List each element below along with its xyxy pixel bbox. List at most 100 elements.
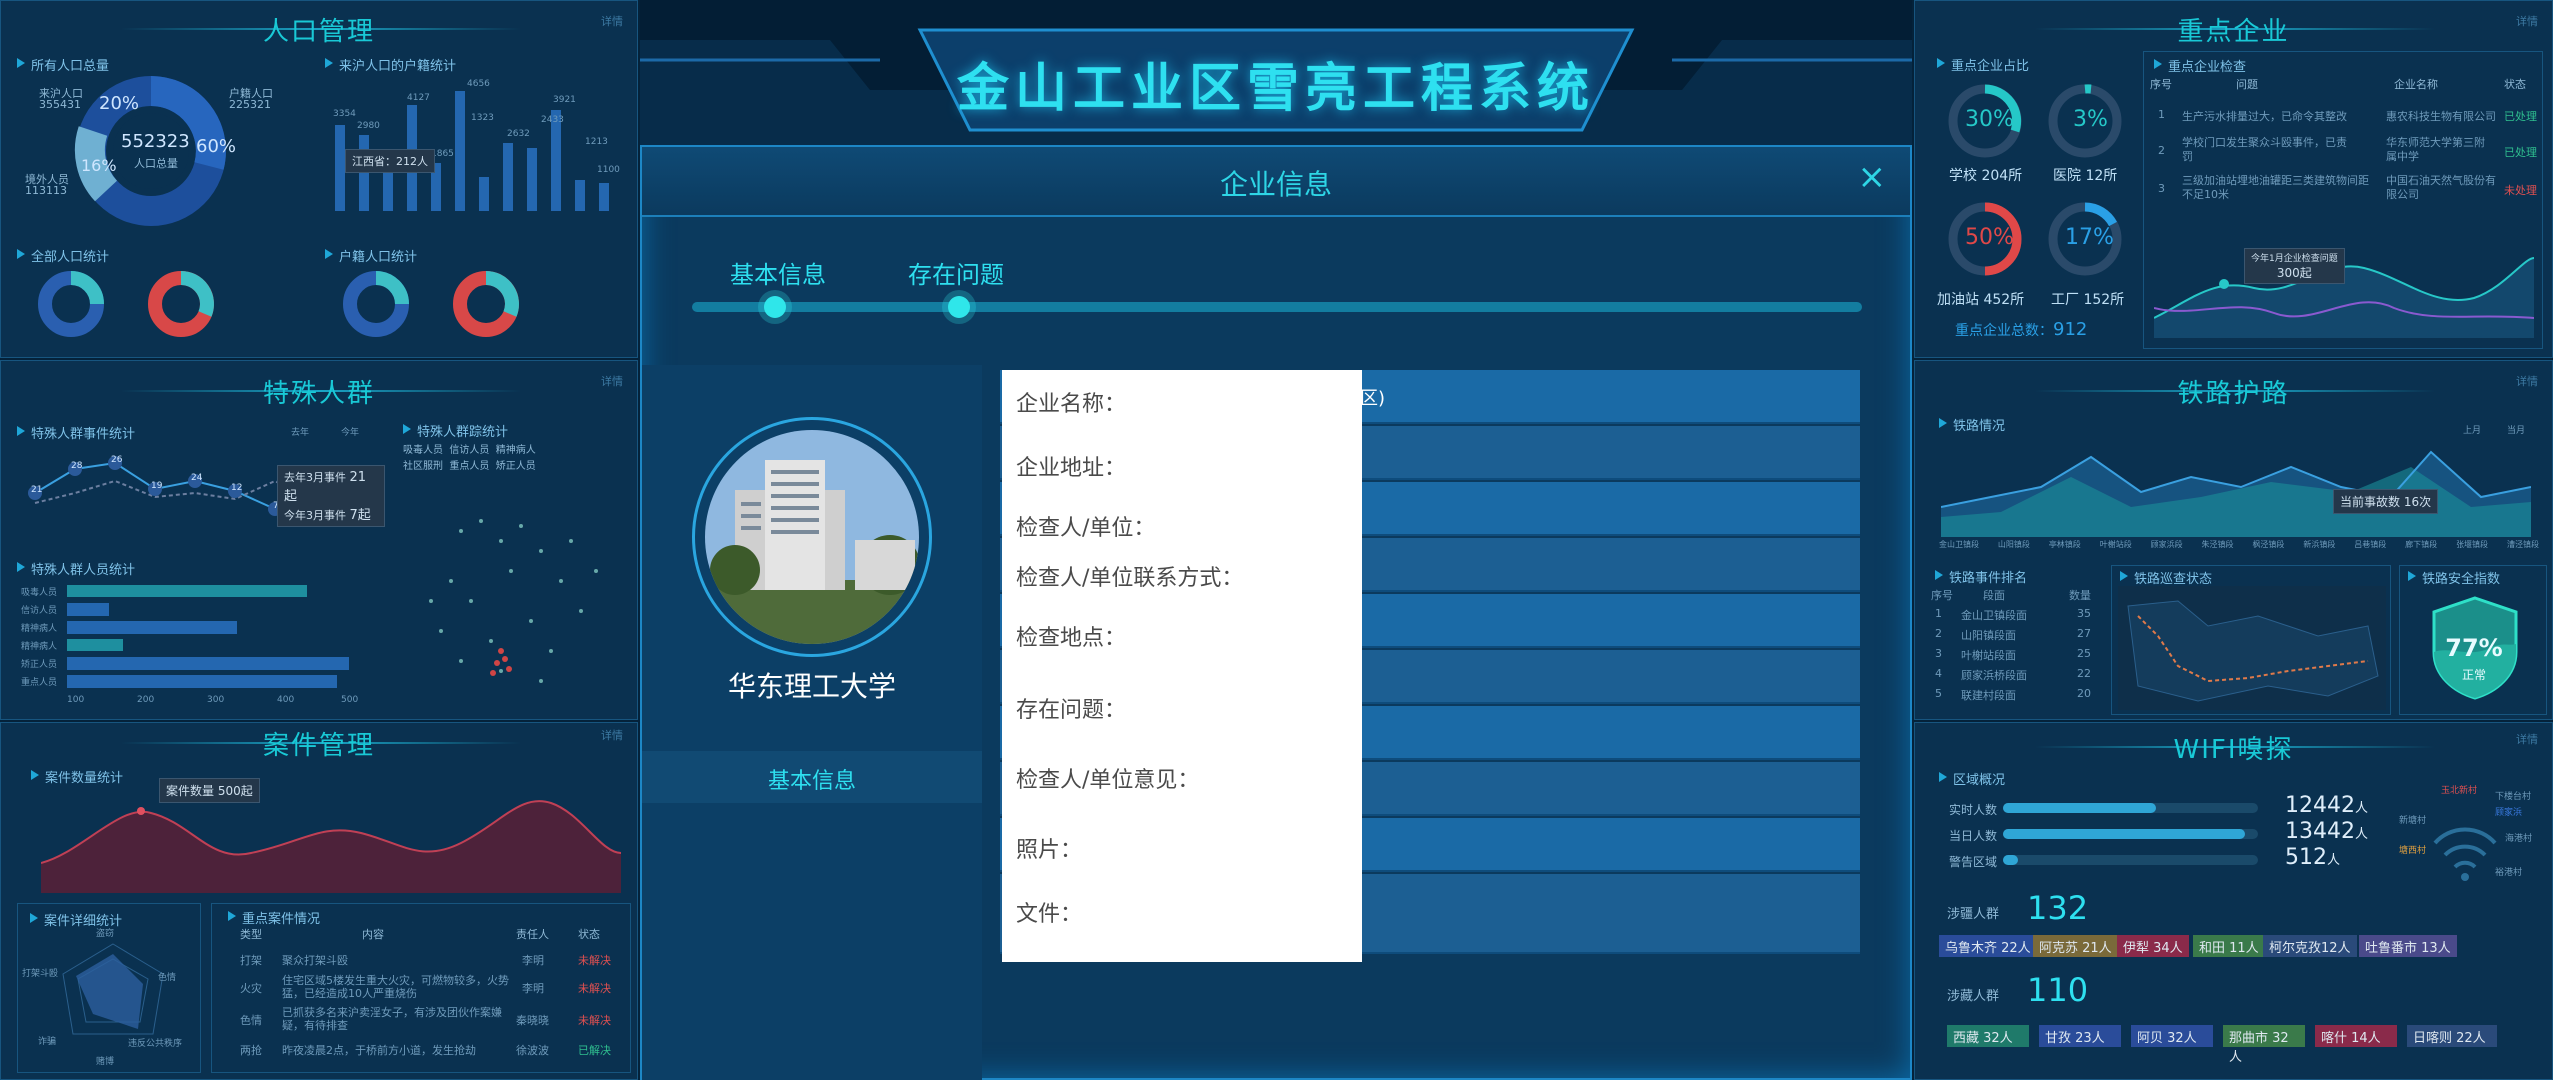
pct-60: 60% xyxy=(196,136,237,157)
modal-title: 企业信息 xyxy=(1219,168,1332,201)
field-company-address: 企业地址： xyxy=(1016,456,1127,481)
page-title: 金山工业区雪亮工程系统 xyxy=(956,59,1595,119)
track-legend-item: 社区服刑 xyxy=(403,461,443,472)
wifi-section: WIFI嗅探 详情 区域概况 实时人数 12442人 当日人数 13442人 警… xyxy=(1914,722,2553,1080)
row-content: 已抓获多名来沪卖淫女子，有涉及团伙作案嫌疑，有待排查 xyxy=(282,1006,502,1032)
row-name: 顾家浜桥段面 xyxy=(1961,669,2027,682)
table-row[interactable]: 火灾 住宅区域5楼发生重大火灾，可燃物较多，火势猛，已经造成10人严重烧伤 李明… xyxy=(212,972,630,1002)
step-dot-issues[interactable] xyxy=(948,296,970,318)
gauge-school-pct: 30% xyxy=(1965,107,2014,132)
population-title: 人口管理 xyxy=(262,17,375,47)
xinjiang-tag[interactable]: 伊犁 34人 xyxy=(2117,935,2189,957)
tibet-tag[interactable]: 喀什 14人 xyxy=(2315,1025,2397,1047)
persons-tick: 200 xyxy=(137,695,155,705)
side-tab-basic[interactable]: 基本信息 xyxy=(642,751,982,803)
pct-16: 16% xyxy=(81,156,117,175)
origin-bar xyxy=(575,180,585,211)
enterprise-detail-link[interactable]: 详情 xyxy=(2516,13,2538,29)
origin-bar xyxy=(479,177,489,211)
tibet-tag[interactable]: 日喀则 22人 xyxy=(2407,1025,2497,1047)
table-row[interactable]: 2 学校门口发生聚众斗殴事件，已责罚 华东师范大学第三附属中学 已处理 xyxy=(2144,134,2542,170)
cases-tooltip: 案件数量 500起 xyxy=(159,778,260,803)
railway-status-subtitle: 铁路情况 xyxy=(1937,415,2005,434)
table-row[interactable]: 两抢 昨夜凌晨2点，于桥前方小道，发生抢劫 徐波波 已解决 xyxy=(212,1036,630,1062)
tibet-label: 涉藏人群 xyxy=(1947,989,2000,1004)
row-content: 聚众打架斗殴 xyxy=(282,954,348,967)
events-subtitle: 特殊人群事件统计 xyxy=(15,423,135,442)
table-row[interactable]: 3 叶榭站段面 25 xyxy=(1927,647,2103,667)
table-row[interactable]: 2 山阳镇段面 27 xyxy=(1927,627,2103,647)
gauge-hospital-label: 医院 12所 xyxy=(2053,168,2118,184)
donut-center-label: 人口总量 xyxy=(134,157,178,170)
field-issues: 存在问题： xyxy=(1016,698,1127,723)
row-content: 昨夜凌晨2点，于桥前方小道，发生抢劫 xyxy=(282,1044,476,1057)
persons-bar xyxy=(67,675,337,688)
wifi-place: 玉北新村 xyxy=(2441,786,2478,796)
table-row[interactable]: 1 生产污水排量过大，已命令其整改 惠农科技生物有限公司 已处理 xyxy=(2144,100,2542,132)
gauge-gas-pct: 50% xyxy=(1965,225,2014,250)
track-legend-item: 吸毒人员 xyxy=(403,445,443,456)
row-no: 1 xyxy=(2158,108,2165,121)
row-name: 惠农科技生物有限公司 xyxy=(2386,110,2496,123)
tibet-tag[interactable]: 甘孜 23人 xyxy=(2039,1025,2121,1047)
origin-bar xyxy=(503,143,513,211)
row-issue: 生产污水排量过大，已命令其整改 xyxy=(2182,110,2347,123)
xinjiang-tag[interactable]: 柯尔克孜12人 xyxy=(2263,935,2357,957)
step-issues-label[interactable]: 存在问题 xyxy=(908,255,1004,290)
wifi-place: 新塘村 xyxy=(2399,816,2427,826)
railway-section: 铁路护路 详情 铁路情况 上月 当月 当前事故数 16次 金山卫镇段 山阳镇段 … xyxy=(1914,360,2553,720)
legend-this: 今年 xyxy=(341,428,360,438)
table-row[interactable]: 打架 聚众打架斗殴 李明 未解决 xyxy=(212,946,630,972)
persons-tick: 500 xyxy=(341,695,359,705)
origin-bar xyxy=(359,135,369,211)
key-header-type: 类型 xyxy=(240,928,262,941)
xinjiang-tag[interactable]: 和田 11人 xyxy=(2193,935,2265,957)
wifi-detail-link[interactable]: 详情 xyxy=(2516,731,2538,747)
wifi-row-label: 当日人数 xyxy=(1949,829,1998,843)
step-basic-label[interactable]: 基本信息 xyxy=(730,255,826,290)
step-dot-basic[interactable] xyxy=(764,296,786,318)
wifi-value: 12442 xyxy=(2285,793,2355,818)
tibet-tag[interactable]: 阿贝 32人 xyxy=(2131,1025,2213,1047)
railway-title: 铁路护路 xyxy=(2177,379,2290,409)
table-row[interactable]: 色情 已抓获多名来沪卖淫女子，有涉及团伙作案嫌疑，有待排查 秦晓晓 未解决 xyxy=(212,1004,630,1034)
origin-value: 4656 xyxy=(467,79,490,89)
xinjiang-tag[interactable]: 阿克苏 21人 xyxy=(2033,935,2118,957)
wifi-place: 塘西村 xyxy=(2399,846,2427,856)
row-status: 未解决 xyxy=(578,954,611,967)
wifi-place: 海港村 xyxy=(2505,834,2533,844)
wifi-row-value: 512人 xyxy=(2285,845,2340,870)
rank-header-count: 数量 xyxy=(2069,589,2091,602)
row-count: 20 xyxy=(2077,687,2091,700)
event-point-label: 12 xyxy=(231,483,243,493)
enterprise-section: 重点企业 详情 重点企业占比 30% 3% 50% 17% 学校 204所 医院… xyxy=(1914,0,2553,358)
tibet-tag[interactable]: 那曲市 32人 xyxy=(2223,1025,2305,1065)
tibet-tag[interactable]: 西藏 32人 xyxy=(1947,1025,2029,1047)
row-owner: 李明 xyxy=(522,982,544,995)
xinjiang-tag[interactable]: 吐鲁番市 13人 xyxy=(2359,935,2457,957)
railway-x-labels: 金山卫镇段 山阳镇段 亭林镇段 叶榭站段 顾家浜段 朱泾镇段 枫泾镇段 新浜镇段… xyxy=(1939,539,2539,550)
cases-detail-panel: 案件详细统计 盗窃 色情 违反公共秩序 赌博 诈骗 打架斗殴 xyxy=(17,903,201,1073)
tooltip-this-label: 今年3月事件 xyxy=(284,509,346,522)
cases-detail-link[interactable]: 详情 xyxy=(601,727,623,743)
field-file: 文件： xyxy=(1016,902,1083,927)
wifi-row-track xyxy=(2003,803,2258,813)
radar-label: 违反公共秩序 xyxy=(128,1039,183,1049)
table-row[interactable]: 1 金山卫镇段面 35 xyxy=(1927,607,2103,627)
key-header-content: 内容 xyxy=(362,928,384,941)
special-title: 特殊人群 xyxy=(262,379,375,409)
xinjiang-tag[interactable]: 乌鲁木齐 22人 xyxy=(1939,935,2037,957)
table-row[interactable]: 4 顾家浜桥段面 22 xyxy=(1927,667,2103,687)
table-row[interactable]: 5 联建村段面 20 xyxy=(1927,687,2103,707)
table-row[interactable]: 3 三级加油站埋地油罐距三类建筑物间距不足10米 中国石油天然气股份有限公司 未… xyxy=(2144,172,2542,208)
railway-detail-link[interactable]: 详情 xyxy=(2516,373,2538,389)
x-label: 吕巷镇段 xyxy=(2354,540,2387,549)
jingwai-value: 113113 xyxy=(25,184,67,197)
close-icon[interactable]: × xyxy=(1858,157,1887,197)
row-name: 华东师范大学第三附属中学 xyxy=(2386,136,2485,163)
special-detail-link[interactable]: 详情 xyxy=(601,373,623,389)
population-detail-link[interactable]: 详情 xyxy=(601,13,623,29)
row-no: 5 xyxy=(1935,687,1942,700)
field-inspector-contact: 检查人/单位联系方式： xyxy=(1016,566,1244,591)
wifi-unit: 人 xyxy=(2355,801,2369,816)
